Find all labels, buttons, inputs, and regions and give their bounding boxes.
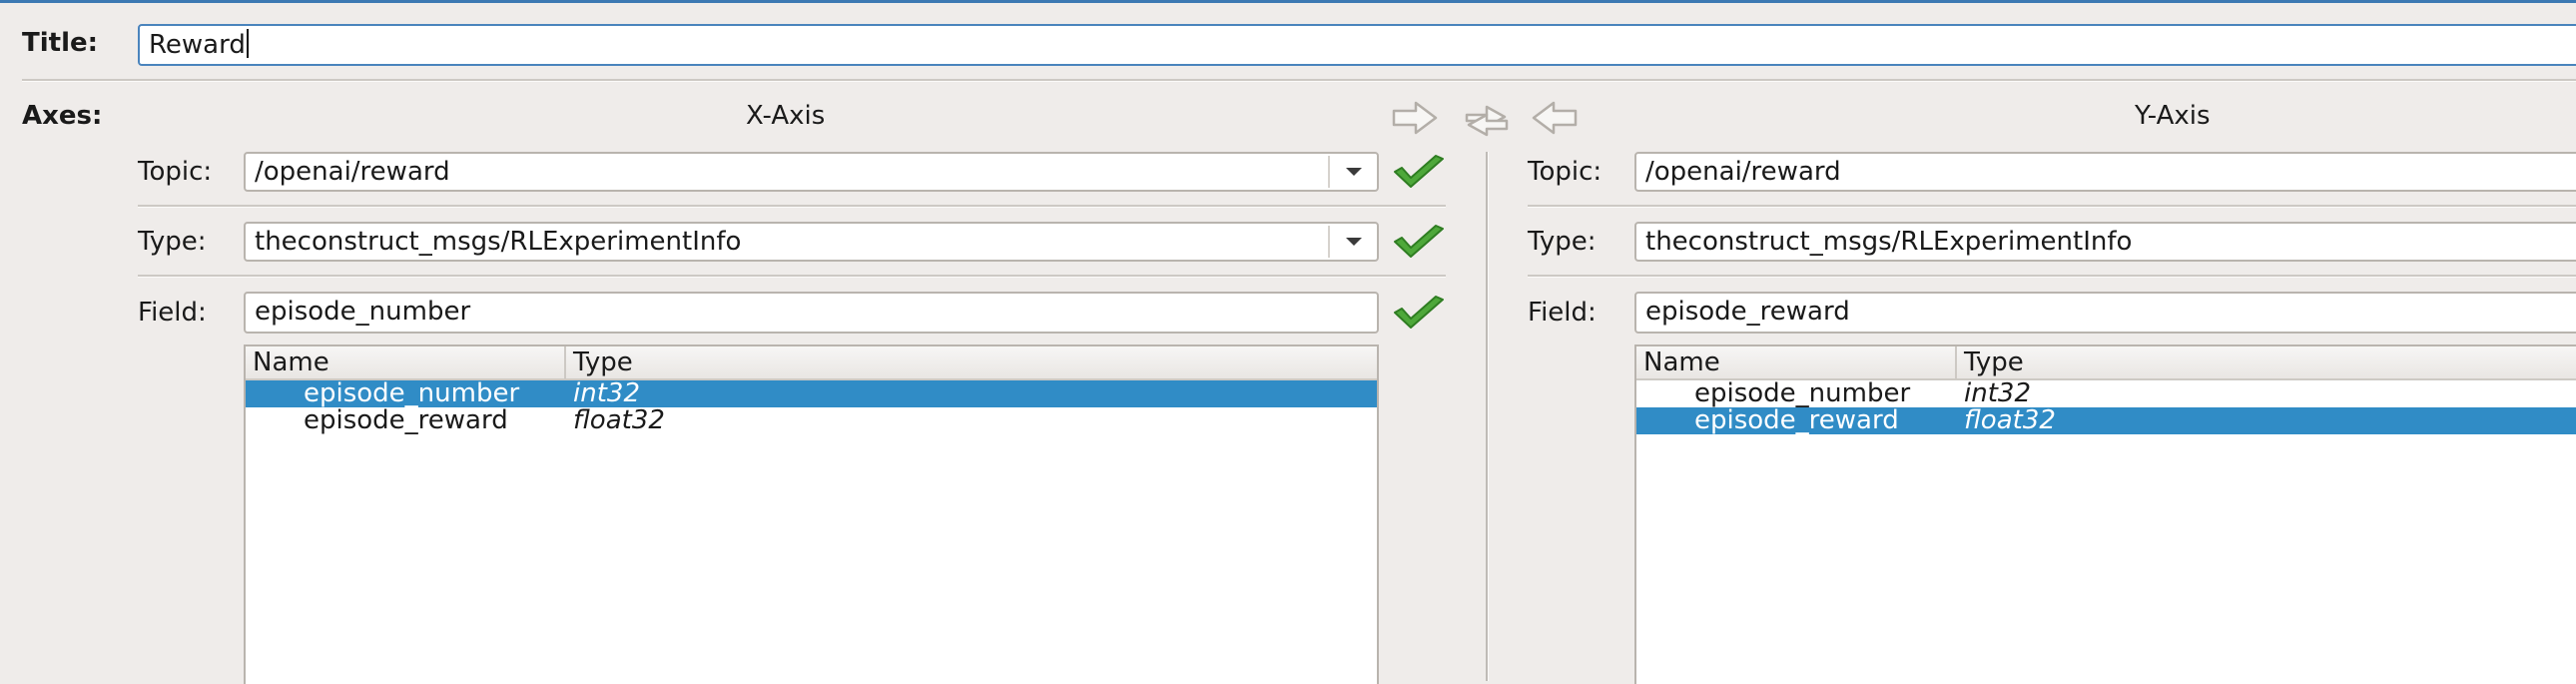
list-item-type: int32 [573,378,640,408]
axes-label: Axes: [22,101,103,131]
x-field-value: episode_number [255,297,471,327]
x-field-list-header: Name Type [246,346,1377,380]
x-field-input[interactable]: episode_number [244,292,1379,334]
x-topic-divider [138,205,1446,208]
axes-divider [1486,152,1489,681]
y-column-name-header[interactable]: Name [1636,346,1957,378]
y-type-divider [1528,275,2576,278]
x-field-list[interactable]: Name Type episode_number int32 episode_r… [244,344,1379,684]
list-item[interactable]: episode_reward float32 [246,407,1377,434]
y-type-combobox[interactable]: theconstruct_msgs/RLExperimentInfo [1634,222,2576,262]
x-type-value: theconstruct_msgs/RLExperimentInfo [255,227,742,257]
list-item[interactable]: episode_reward float32 [1636,407,2576,434]
window-top-border [0,0,2576,3]
list-item-type: int32 [1964,378,2031,408]
copy-left-arrow-icon[interactable] [1528,98,1580,138]
chevron-down-icon[interactable] [1331,224,1376,260]
x-axis-header: X-Axis [746,101,826,131]
y-field-list-header: Name Type [1636,346,2576,380]
title-label: Title: [22,28,99,58]
title-divider [22,79,2576,82]
y-field-list[interactable]: Name Type episode_number int32 episode_r… [1634,344,2576,684]
y-type-value: theconstruct_msgs/RLExperimentInfo [1645,227,2133,257]
y-type-label: Type: [1528,227,1597,257]
x-field-label: Field: [138,298,207,328]
x-column-type-header[interactable]: Type [566,346,633,378]
check-icon [1394,296,1444,329]
x-topic-value: /openai/reward [255,157,450,187]
y-topic-divider [1528,205,2576,208]
y-topic-combobox[interactable]: /openai/reward [1634,152,2576,192]
list-item-type: float32 [1964,405,2056,435]
list-item-name: episode_number [1694,378,1911,408]
swap-arrows-icon[interactable] [1461,98,1513,138]
x-topic-label: Topic: [138,157,213,187]
list-item-type: float32 [573,405,665,435]
y-field-label: Field: [1528,298,1597,328]
y-axis-header: Y-Axis [2135,101,2211,131]
title-input-value: Reward [149,30,246,60]
text-cursor [246,29,249,58]
y-topic-label: Topic: [1528,157,1603,187]
title-input[interactable]: Reward [138,24,2576,66]
y-field-value: episode_reward [1645,297,1850,327]
y-column-type-header[interactable]: Type [1957,346,2024,378]
y-topic-value: /openai/reward [1645,157,1841,187]
list-item-name: episode_number [304,378,520,408]
x-type-divider [138,275,1446,278]
y-field-input[interactable]: episode_reward [1634,292,2576,334]
x-topic-combobox[interactable]: /openai/reward [244,152,1379,192]
copy-right-arrow-icon[interactable] [1390,98,1442,138]
x-topic-dropdown-separator [1328,156,1330,188]
x-type-combobox[interactable]: theconstruct_msgs/RLExperimentInfo [244,222,1379,262]
check-icon [1394,225,1444,258]
list-item-name: episode_reward [304,405,508,435]
list-item[interactable]: episode_number int32 [246,380,1377,407]
x-column-name-header[interactable]: Name [246,346,566,378]
check-icon [1394,155,1444,188]
x-type-dropdown-separator [1328,226,1330,258]
x-type-label: Type: [138,227,207,257]
list-item[interactable]: episode_number int32 [1636,380,2576,407]
list-item-name: episode_reward [1694,405,1899,435]
chevron-down-icon[interactable] [1331,154,1376,190]
